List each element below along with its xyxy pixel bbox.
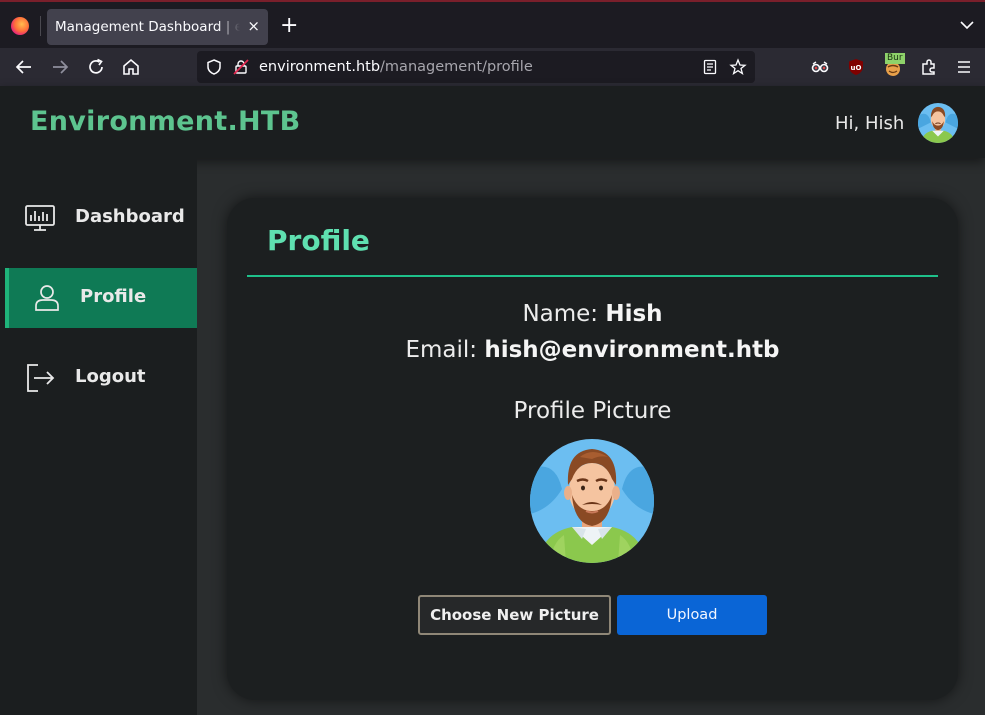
new-tab-icon[interactable]: +: [280, 14, 298, 38]
choose-picture-button[interactable]: Choose New Picture: [418, 595, 611, 635]
url-host: environment.htb: [259, 59, 381, 75]
ublock-icon[interactable]: uO: [846, 57, 866, 77]
burp-icon[interactable]: Bur: [882, 53, 906, 78]
url-bar[interactable]: environment.htb/management/profile: [197, 51, 755, 83]
site-header: Environment.HTB Hi, Hish: [0, 86, 985, 158]
browser-tab-active[interactable]: Management Dashboard | environment.htb ×: [47, 9, 268, 45]
chevron-down-icon[interactable]: [958, 16, 976, 34]
burp-badge: Bur: [885, 53, 905, 64]
bookmark-star-icon[interactable]: [729, 58, 747, 76]
sidebar-item-label: Dashboard: [75, 206, 185, 227]
avatar[interactable]: [918, 103, 958, 143]
profile-picture: [530, 439, 654, 563]
hamburger-menu-icon[interactable]: [954, 57, 974, 77]
firefox-logo-icon[interactable]: [11, 17, 29, 35]
email-value: hish@environment.htb: [484, 337, 780, 363]
sidebar-item-profile[interactable]: Profile: [5, 268, 197, 328]
sidebar-item-logout[interactable]: Logout: [0, 348, 197, 408]
logout-icon: [27, 364, 55, 392]
sidebar-item-dashboard[interactable]: Dashboard: [0, 188, 197, 248]
back-arrow-icon[interactable]: [13, 56, 35, 78]
name-value: Hish: [605, 301, 663, 327]
tab-title: Management Dashboard | environment.htb: [55, 19, 240, 35]
sidebar-item-label: Profile: [80, 286, 147, 307]
monitor-chart-icon: [25, 205, 55, 231]
profile-card: Profile Name: Hish Email: hish@environme…: [227, 198, 958, 700]
forward-arrow-icon[interactable]: [49, 56, 71, 78]
user-greeting: Hi, Hish: [835, 113, 905, 134]
title-divider: [247, 275, 938, 277]
extensions-puzzle-icon[interactable]: [919, 57, 939, 77]
site-brand[interactable]: Environment.HTB: [30, 106, 301, 137]
page-content: Environment.HTB Hi, Hish Dashboard Profi…: [0, 86, 985, 715]
tab-separator: [40, 16, 41, 36]
profile-name: Name: Hish: [227, 301, 958, 327]
url-path: /management/profile: [380, 59, 533, 75]
home-icon[interactable]: [120, 56, 142, 78]
profile-picture-label: Profile Picture: [513, 398, 672, 424]
insecure-lock-icon[interactable]: [232, 58, 250, 76]
reader-view-icon[interactable]: [702, 59, 718, 75]
close-tab-icon[interactable]: ×: [247, 17, 260, 35]
shield-icon[interactable]: [205, 58, 223, 76]
sidebar: Dashboard Profile Logout: [0, 158, 197, 715]
browser-tab-bar: Management Dashboard | environment.htb ×…: [0, 0, 985, 48]
url-text[interactable]: environment.htb/management/profile: [259, 59, 533, 75]
upload-button[interactable]: Upload: [617, 595, 767, 635]
reload-icon[interactable]: [85, 56, 107, 78]
sidebar-item-label: Logout: [75, 366, 146, 387]
user-icon: [35, 285, 59, 311]
svg-text:uO: uO: [851, 64, 862, 72]
profile-email: Email: hish@environment.htb: [227, 337, 958, 363]
page-title: Profile: [267, 224, 370, 257]
email-label: Email:: [405, 337, 478, 363]
extension-glasses-icon[interactable]: [810, 57, 830, 77]
browser-nav-bar: environment.htb/management/profile uO Bu…: [0, 48, 985, 86]
name-label: Name:: [522, 301, 599, 327]
